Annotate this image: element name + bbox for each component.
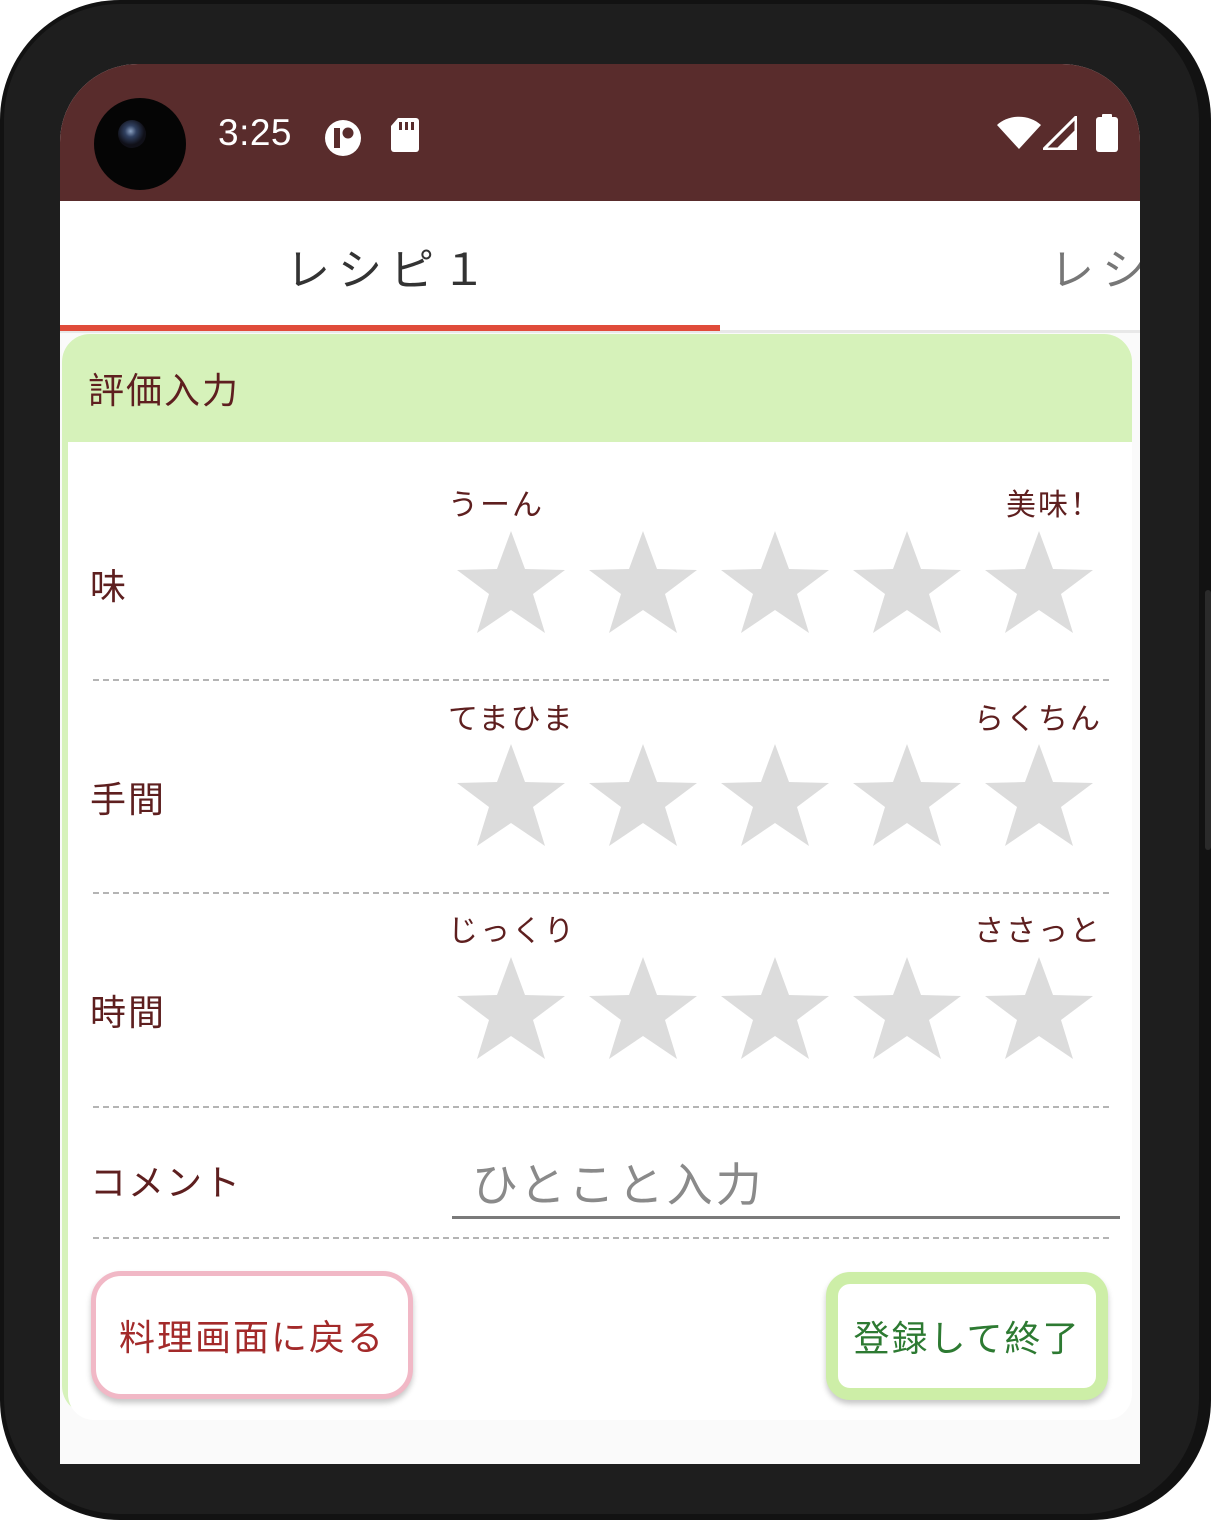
card-title: 評価入力 <box>88 371 241 412</box>
wifi-icon <box>997 116 1041 154</box>
tab-recipe-1[interactable]: レシピ１ <box>60 201 720 330</box>
row-divider <box>93 892 1109 894</box>
star-icon[interactable] <box>851 529 963 637</box>
row-label-taste: 味 <box>90 567 129 608</box>
star-icon[interactable] <box>719 955 831 1063</box>
star-icon[interactable] <box>719 742 831 850</box>
star-icon[interactable] <box>587 529 699 637</box>
scale-right-taste: 美味！ <box>1006 488 1102 523</box>
tab-recipe-2[interactable]: レシ <box>1050 201 1140 330</box>
camera-lens <box>118 120 146 148</box>
sd-card-icon <box>390 118 420 156</box>
row-divider <box>93 1237 1109 1239</box>
comment-input[interactable] <box>452 1154 1120 1219</box>
star-icon[interactable] <box>455 742 567 850</box>
row-label-time: 時間 <box>90 993 167 1034</box>
star-icon[interactable] <box>851 742 963 850</box>
star-icon[interactable] <box>983 742 1095 850</box>
row-label-comment: コメント <box>90 1163 243 1204</box>
status-bar: 3:25 <box>60 64 1140 201</box>
status-time: 3:25 <box>218 112 293 153</box>
star-icon[interactable] <box>719 529 831 637</box>
active-tab-indicator <box>60 325 720 331</box>
app-screen: 3:25 レシピ１ レシ 評価入力 味 うーん 美味！ 手間 てまひま らくちん… <box>60 64 1140 1464</box>
back-to-cooking-button[interactable]: 料理画面に戻る <box>91 1271 413 1399</box>
star-icon[interactable] <box>587 742 699 850</box>
star-icon[interactable] <box>455 955 567 1063</box>
star-icon[interactable] <box>587 955 699 1063</box>
side-power-button <box>1205 590 1211 850</box>
battery-icon <box>1096 114 1118 156</box>
scale-right-time: ささっと <box>974 914 1102 949</box>
app-notification-icon <box>323 118 363 162</box>
star-icon[interactable] <box>455 529 567 637</box>
scale-left-time: じっくり <box>448 914 576 949</box>
row-divider <box>93 1106 1109 1108</box>
register-and-finish-button[interactable]: 登録して終了 <box>826 1272 1108 1400</box>
scale-left-taste: うーん <box>448 488 544 523</box>
star-icon[interactable] <box>851 955 963 1063</box>
star-icon[interactable] <box>983 529 1095 637</box>
scale-left-effort: てまひま <box>448 702 575 737</box>
tab-bar: レシピ１ レシ <box>60 201 1140 330</box>
star-icon[interactable] <box>983 955 1095 1063</box>
cell-signal-icon <box>1040 113 1078 154</box>
row-divider <box>93 679 1109 681</box>
front-camera <box>94 98 186 190</box>
scale-right-effort: らくちん <box>974 702 1102 737</box>
row-label-effort: 手間 <box>90 780 167 821</box>
